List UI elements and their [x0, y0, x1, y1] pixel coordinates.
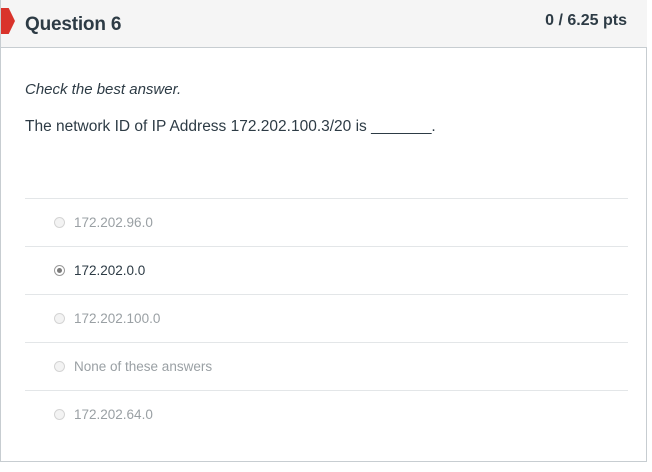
question-header: Question 6 0 / 6.25 pts	[1, 0, 647, 48]
answer-label: 172.202.64.0	[74, 407, 153, 422]
answer-option[interactable]: 172.202.0.0	[25, 246, 628, 294]
radio-button[interactable]	[54, 217, 65, 228]
answer-option[interactable]: 172.202.64.0	[25, 390, 628, 439]
answer-label: None of these answers	[74, 359, 213, 374]
flag-icon	[1, 8, 15, 34]
answer-option[interactable]: None of these answers	[25, 342, 628, 390]
answer-label: 172.202.96.0	[74, 215, 153, 230]
answer-label: 172.202.0.0	[74, 263, 146, 278]
answer-list: 172.202.96.0 172.202.0.0 172.202.100.0 N…	[25, 198, 628, 439]
radio-button[interactable]	[54, 313, 65, 324]
question-text: The network ID of IP Address 172.202.100…	[25, 118, 436, 135]
question-card: Question 6 0 / 6.25 pts Check the best a…	[0, 0, 647, 462]
question-title: Question 6	[25, 14, 122, 35]
answer-option[interactable]: 172.202.100.0	[25, 294, 628, 342]
answer-option[interactable]: 172.202.96.0	[25, 198, 628, 246]
question-instructions: Check the best answer.	[25, 81, 182, 98]
radio-button-selected[interactable]	[54, 265, 65, 276]
answer-label: 172.202.100.0	[74, 311, 161, 326]
question-points: 0 / 6.25 pts	[545, 12, 627, 29]
radio-button[interactable]	[54, 361, 65, 372]
radio-button[interactable]	[54, 409, 65, 420]
